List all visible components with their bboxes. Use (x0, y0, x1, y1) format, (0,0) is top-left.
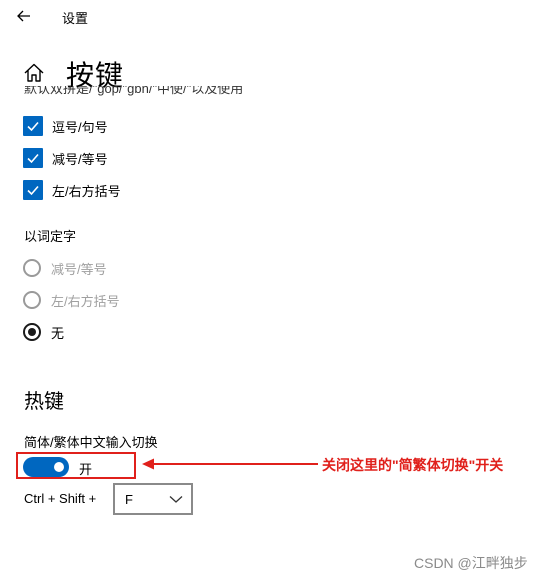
checkbox-label: 减号/等号 (52, 151, 108, 167)
cut-off-description: 默认双拼是/"gop/"gbn/"中使/"以及使用 (24, 86, 244, 96)
app-title: 设置 (62, 11, 89, 26)
radio-option-brackets[interactable]: 左/右方括号 (23, 289, 120, 311)
checkbox-brackets[interactable]: 左/右方括号 (23, 179, 121, 201)
radio-button-selected[interactable] (23, 323, 41, 341)
shortcut-prefix-label: Ctrl + Shift + (24, 491, 97, 506)
chevron-down-icon (169, 496, 183, 503)
annotation-text: 关闭这里的"简繁体切换"开关 (322, 457, 504, 473)
annotation-arrow-icon (142, 458, 318, 470)
checkbox-checked-icon[interactable] (23, 148, 43, 168)
checkbox-comma-period[interactable]: 逗号/句号 (23, 115, 108, 137)
watermark: CSDN @江畔独步 (414, 555, 528, 571)
radio-button[interactable] (23, 291, 41, 309)
annotation-highlight-box (16, 452, 136, 479)
word-select-label: 以词定字 (24, 229, 77, 244)
checkbox-label: 逗号/句号 (52, 119, 108, 135)
hotkeys-section-title: 热键 (24, 391, 64, 413)
back-arrow-icon[interactable] (14, 6, 34, 26)
radio-button[interactable] (23, 259, 41, 277)
radio-option-none[interactable]: 无 (23, 321, 64, 343)
radio-label: 减号/等号 (51, 261, 107, 277)
checkbox-checked-icon[interactable] (23, 180, 43, 200)
shortcut-key-dropdown[interactable]: F (113, 483, 193, 515)
simplified-traditional-switch-label: 简体/繁体中文输入切换 (24, 435, 158, 450)
home-icon[interactable] (22, 61, 46, 85)
shortcut-key-value: F (125, 491, 133, 507)
checkbox-minus-equal[interactable]: 减号/等号 (23, 147, 108, 169)
checkbox-checked-icon[interactable] (23, 116, 43, 136)
checkbox-label: 左/右方括号 (52, 183, 121, 199)
radio-label: 无 (51, 325, 65, 341)
radio-option-minus-equal[interactable]: 减号/等号 (23, 257, 107, 279)
radio-label: 左/右方括号 (51, 293, 120, 309)
